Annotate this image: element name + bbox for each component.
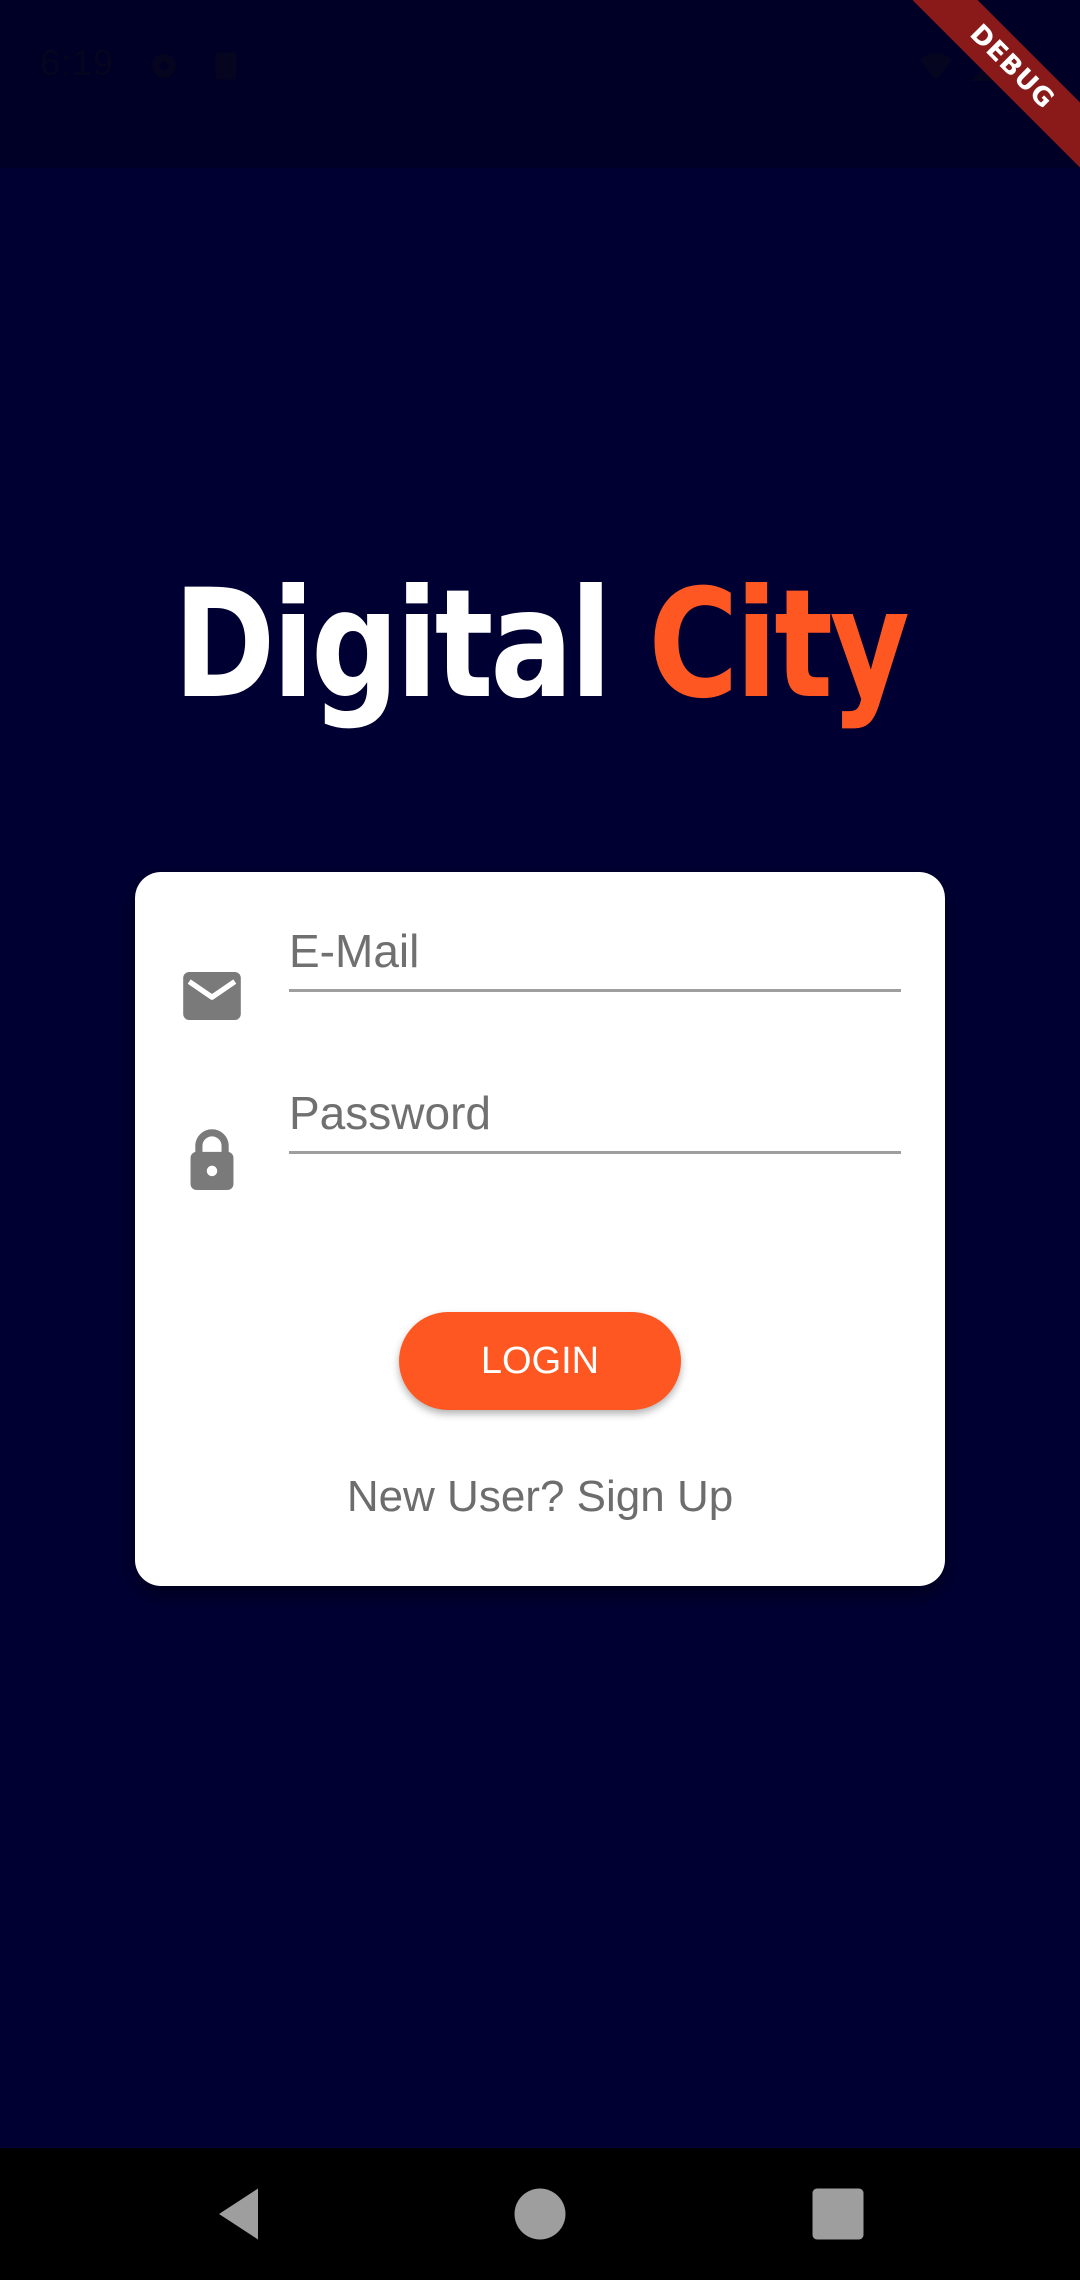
app-title-part2: City <box>648 558 910 732</box>
login-card: LOGIN New User? Sign Up <box>135 872 945 1586</box>
settings-icon <box>152 54 176 78</box>
debug-banner: DEBUG <box>880 0 1080 200</box>
app-title: Digital City <box>97 560 983 730</box>
app-title-part1: Digital <box>173 558 649 732</box>
sim-card-icon <box>215 52 237 80</box>
recents-icon[interactable] <box>802 2178 874 2250</box>
signup-link[interactable]: New User? Sign Up <box>135 1472 945 1522</box>
status-time: 6:19 <box>40 42 115 83</box>
email-field[interactable] <box>289 872 901 992</box>
email-icon <box>183 972 241 1020</box>
back-icon[interactable] <box>204 2178 276 2250</box>
navigation-bar <box>0 2148 1080 2280</box>
home-icon[interactable] <box>504 2178 576 2250</box>
lock-icon <box>190 1129 234 1190</box>
password-field[interactable] <box>289 1034 901 1154</box>
debug-label: DEBUG <box>903 0 1080 176</box>
login-button[interactable]: LOGIN <box>399 1312 681 1410</box>
login-screen: 6:19 DEBUG Digital City E-Mail LOGIN New… <box>0 0 1080 2280</box>
